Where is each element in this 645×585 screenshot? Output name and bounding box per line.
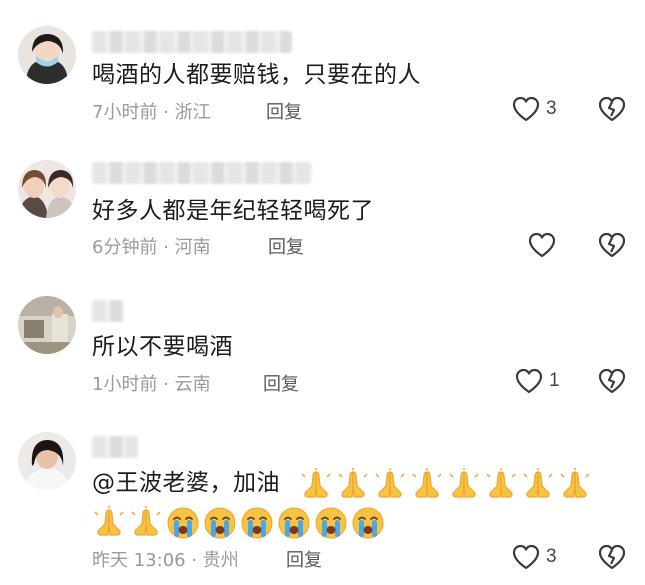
crying-face-icon [166, 506, 200, 540]
comment-item: 喝酒的人都要赔钱，只要在的人 7小时前 · 浙江 回复 3 [0, 0, 645, 140]
comment-item: 好多人都是年纪轻轻喝死了 6分钟前 · 河南 回复 [0, 140, 645, 278]
reply-button[interactable]: 回复 [268, 233, 304, 259]
comment-item: 所以不要喝酒 1小时前 · 云南 回复 1 [0, 278, 645, 416]
like-count: 3 [546, 546, 557, 567]
dislike-button[interactable] [598, 231, 626, 259]
username-blurred[interactable] [92, 436, 138, 458]
praying-hands-icon [299, 468, 333, 502]
comment-meta: 1小时前 · 云南 [92, 374, 211, 395]
broken-heart-icon [598, 544, 626, 570]
praying-hands-icon [92, 506, 126, 540]
username-blurred[interactable] [92, 300, 124, 322]
heart-outline-icon [512, 544, 540, 570]
praying-hands-icon [484, 468, 518, 502]
praying-hands-icon [447, 468, 481, 502]
broken-heart-icon [598, 232, 626, 258]
like-button[interactable]: 3 [512, 96, 557, 122]
like-count: 3 [546, 98, 557, 119]
username-blurred[interactable] [92, 31, 292, 53]
like-button[interactable] [528, 232, 556, 258]
crying-face-icon [314, 506, 348, 540]
like-button[interactable]: 1 [515, 368, 560, 394]
comment-meta: 7小时前 · 浙江 [92, 102, 211, 123]
praying-hands-icon [558, 468, 592, 502]
username-blurred[interactable] [92, 162, 312, 184]
praying-hands-icon [521, 468, 555, 502]
praying-hands-icon [373, 468, 407, 502]
dislike-button[interactable] [598, 543, 626, 571]
heart-outline-icon [515, 368, 543, 394]
avatar[interactable] [18, 26, 76, 84]
dislike-button[interactable] [598, 367, 626, 395]
heart-outline-icon [528, 232, 556, 258]
comment-text: 喝酒的人都要赔钱，只要在的人 [92, 62, 421, 88]
reply-button[interactable]: 回复 [266, 98, 302, 124]
emoji-row [92, 506, 385, 540]
crying-face-icon [277, 506, 311, 540]
crying-face-icon [240, 506, 274, 540]
crying-face-icon [351, 506, 385, 540]
comment-item: @王波老婆，加油 昨天 13:06 · 贵州 回复 3 [0, 416, 645, 585]
avatar[interactable] [18, 160, 76, 218]
like-count: 1 [549, 370, 560, 391]
reply-button[interactable]: 回复 [286, 546, 322, 572]
comment-text: 好多人都是年纪轻轻喝死了 [92, 198, 374, 224]
like-button[interactable]: 3 [512, 544, 557, 570]
broken-heart-icon [598, 368, 626, 394]
praying-hands-icon [336, 468, 370, 502]
praying-hands-icon [129, 506, 163, 540]
broken-heart-icon [598, 96, 626, 122]
comment-text: 所以不要喝酒 [92, 334, 233, 360]
dislike-button[interactable] [598, 95, 626, 123]
comment-meta: 昨天 13:06 · 贵州 [92, 550, 239, 571]
comment-text: @王波老婆，加油 [92, 470, 280, 496]
comment-meta: 6分钟前 · 河南 [92, 237, 211, 258]
reply-button[interactable]: 回复 [263, 370, 299, 396]
heart-outline-icon [512, 96, 540, 122]
emoji-row [299, 468, 592, 502]
avatar[interactable] [18, 432, 76, 490]
crying-face-icon [203, 506, 237, 540]
avatar[interactable] [18, 296, 76, 354]
praying-hands-icon [410, 468, 444, 502]
